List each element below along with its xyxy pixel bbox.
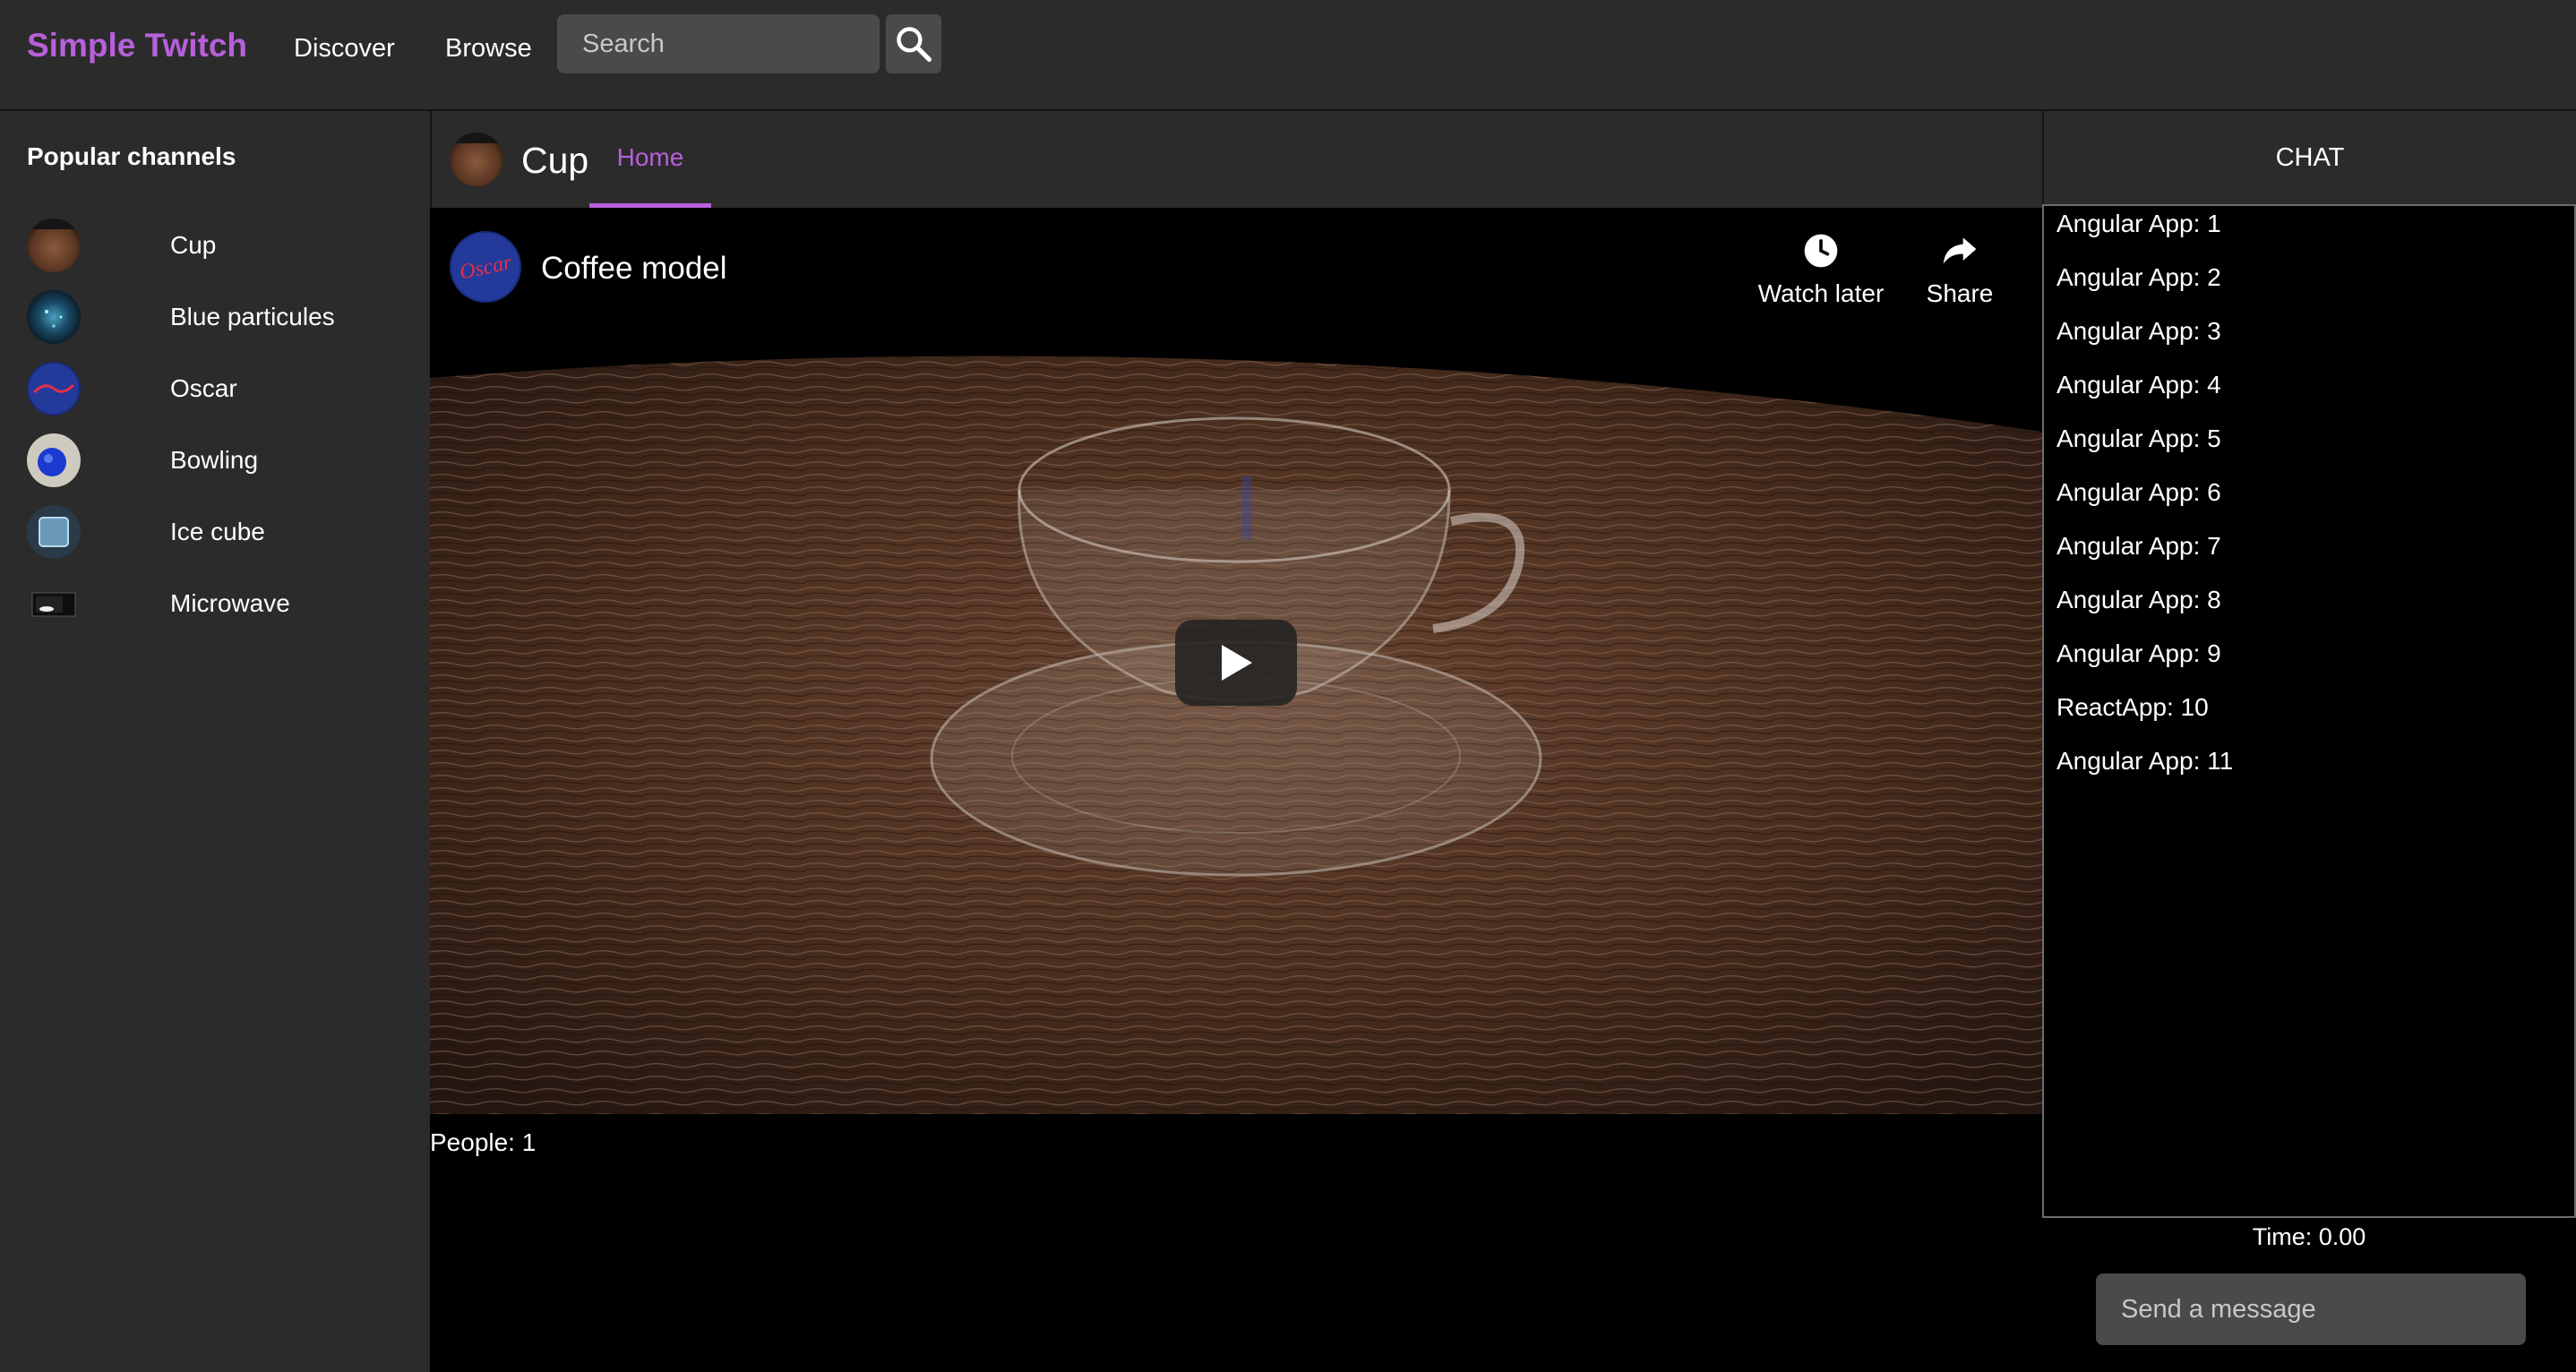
channel-header: Cup Home: [430, 111, 2042, 208]
chat-message: Angular App: 1: [2057, 210, 2221, 237]
search-input[interactable]: [557, 14, 880, 73]
chat-message: ReactApp: 10: [2057, 693, 2209, 721]
chat-header: CHAT: [2042, 111, 2576, 204]
brand-logo[interactable]: Simple Twitch: [27, 27, 247, 64]
avatar: [27, 505, 81, 559]
play-icon: [1222, 645, 1252, 681]
viewer-count: People: 1: [430, 1128, 537, 1156]
sidebar-item-microwave[interactable]: Microwave: [0, 577, 430, 648]
clock-icon: [1804, 234, 1838, 268]
sidebar-item-label: Ice cube: [170, 518, 265, 545]
channel-name: Cup: [521, 140, 589, 181]
sidebar-item-bowling[interactable]: Bowling: [0, 433, 430, 505]
avatar: [27, 433, 81, 487]
chat-message: Angular App: 5: [2057, 424, 2221, 452]
video-title[interactable]: Coffee model: [541, 251, 727, 287]
sidebar-item-label: Blue particules: [170, 303, 335, 330]
play-button[interactable]: [1175, 620, 1297, 706]
chat-message: Angular App: 2: [2057, 263, 2221, 291]
share-label: Share: [1926, 279, 1994, 307]
nav-discover-link[interactable]: Discover: [294, 34, 395, 64]
tab-home[interactable]: Home: [589, 143, 711, 208]
sidebar-item-label: Microwave: [170, 589, 290, 617]
sidebar-title: Popular channels: [27, 142, 236, 170]
sidebar-item-label: Oscar: [170, 374, 237, 402]
top-navbar: Simple Twitch Discover Browse: [0, 0, 2576, 111]
avatar: [27, 577, 81, 630]
chat-message-input[interactable]: [2096, 1273, 2526, 1345]
sidebar-item-oscar[interactable]: Oscar: [0, 362, 430, 433]
share-button[interactable]: Share: [1917, 231, 2003, 308]
chat-message: Angular App: 6: [2057, 478, 2221, 506]
chat-message: Angular App: 8: [2057, 586, 2221, 613]
sidebar-item-label: Bowling: [170, 446, 259, 474]
video-channel-avatar[interactable]: Oscar: [450, 231, 521, 303]
chat-message: Angular App: 3: [2057, 317, 2221, 345]
sidebar: Popular channels Cup Blue particules Osc…: [0, 111, 430, 1372]
sidebar-item-blue-particules[interactable]: Blue particules: [0, 290, 430, 362]
avatar: [27, 219, 81, 272]
avatar: [27, 290, 81, 344]
chat-message: Angular App: 7: [2057, 532, 2221, 560]
sidebar-item-ice-cube[interactable]: Ice cube: [0, 505, 430, 577]
watch-later-button[interactable]: Watch later: [1754, 231, 1888, 308]
chat-message: Angular App: 4: [2057, 371, 2221, 399]
search-icon: [897, 27, 932, 62]
nav-browse-link[interactable]: Browse: [445, 34, 532, 64]
video-player[interactable]: Oscar Coffee model Watch later Share: [430, 208, 2042, 1114]
chat-time: Time: 0.00: [2252, 1223, 2366, 1250]
chat-messages[interactable]: Angular App: 1 Angular App: 2 Angular Ap…: [2042, 204, 2576, 1218]
search-button[interactable]: [886, 14, 941, 73]
chat-message: Angular App: 11: [2057, 747, 2234, 775]
sidebar-item-cup[interactable]: Cup: [0, 219, 430, 290]
sidebar-item-label: Cup: [170, 231, 217, 259]
watch-later-label: Watch later: [1757, 279, 1885, 307]
channel-avatar: [450, 133, 503, 186]
avatar: [27, 362, 81, 416]
chat-message: Angular App: 9: [2057, 639, 2221, 667]
share-icon: [1943, 237, 1977, 264]
